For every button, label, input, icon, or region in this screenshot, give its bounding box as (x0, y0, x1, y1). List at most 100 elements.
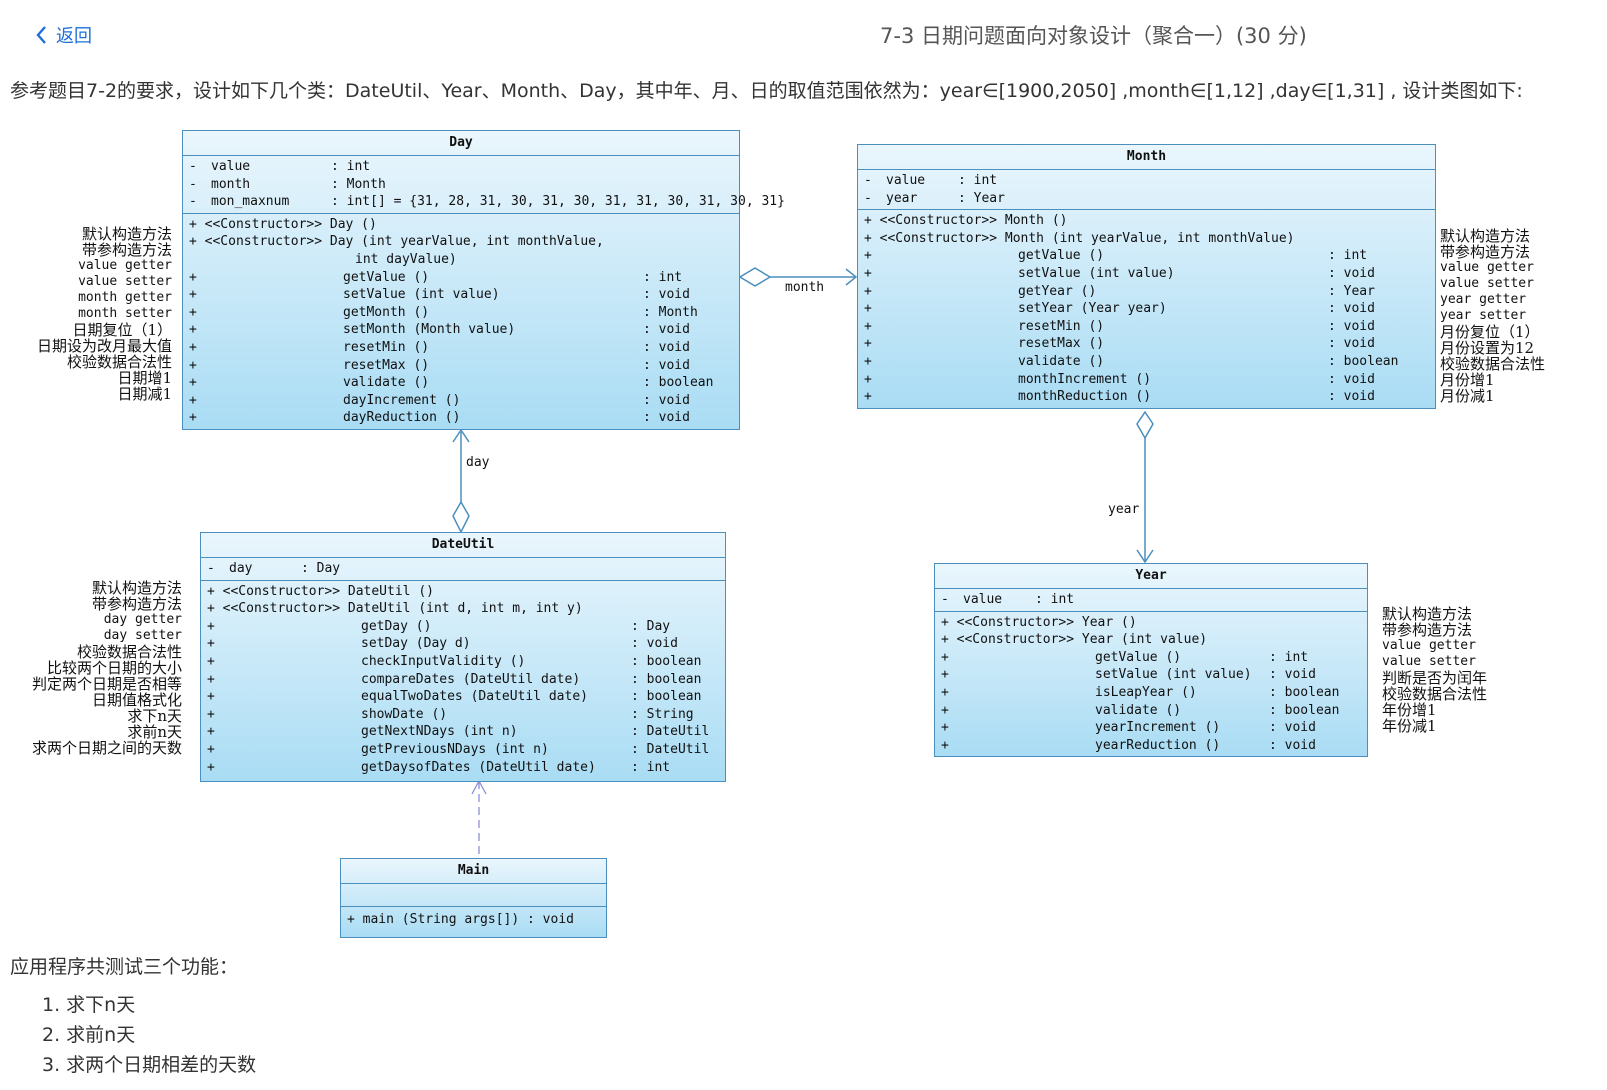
annotation-note: value getter (1382, 638, 1476, 653)
method-row: + main (String args[]) : void (347, 912, 574, 927)
ctor-row: int dayValue) (355, 251, 457, 267)
notes-month: 默认构造方法 带参构造方法 value getter value setter year… (1440, 228, 1545, 404)
annotation-note: day getter (103, 612, 182, 627)
ctor-row: + <<Constructor>> Month () (864, 213, 1068, 229)
assoc-label-month: month (785, 280, 825, 295)
method-row: + getPreviousNDays (int n): DateUtil (207, 741, 710, 757)
method-row: + dayIncrement (): void (189, 392, 690, 408)
class-name: Month (858, 145, 1435, 170)
method-row: + getNextNDays (int n): DateUtil (207, 724, 710, 740)
ctor-row: + <<Constructor>> DateUtil () (207, 583, 434, 599)
method-row: + yearIncrement (): void (941, 720, 1316, 736)
class-attributes: - day: Day (201, 558, 725, 581)
method-row: + getDay (): Day (207, 618, 671, 634)
ctor-row: + <<Constructor>> Year () (941, 614, 1137, 630)
method-row: + equalTwoDates (DateUtil date): boolean (207, 689, 702, 705)
annotation-note: 年份减1 (1382, 717, 1437, 735)
method-row: + monthReduction (): void (864, 389, 1375, 405)
method-row: + dayReduction (): void (189, 410, 690, 426)
annotation-note: 默认构造方法 (1382, 605, 1473, 623)
method-row: + monthIncrement (): void (864, 371, 1375, 387)
class-name: Main (341, 859, 606, 884)
method-row: + getValue (): int (189, 269, 683, 285)
class-attributes: - value: int - month: Month - mon_maxnum: int… (183, 156, 785, 214)
annotation-note: 校验数据合法性 (1382, 685, 1488, 703)
class-name: Year (935, 564, 1367, 589)
method-row: + showDate (): String (207, 706, 694, 722)
annotation-note: 默认构造方法 (1440, 227, 1531, 245)
notes-dateutil: 默认构造方法 带参构造方法 day getter day setter 校验数据合法性比… (32, 580, 182, 756)
class-dateutil: DateUtil - day: Day + <<Constructor>> Dat… (200, 532, 726, 782)
page-title: 7-3 日期问题面向对象设计（聚合一）(30 分) (880, 24, 1307, 48)
aggregation-diamond-dateutil (452, 500, 470, 534)
ctor-row: + <<Constructor>> Day () (189, 216, 377, 232)
chevron-left-icon (36, 26, 46, 44)
annotation-note: 校验数据合法性 (76, 643, 182, 661)
method-row: + checkInputValidity (): boolean (207, 653, 702, 669)
annotation-note: 日期减1 (117, 385, 172, 403)
method-row: + getValue (): int (941, 649, 1309, 665)
aggregation-diamond-month (1136, 410, 1154, 440)
annotation-note: 求前n天 (127, 723, 182, 741)
method-row: + resetMin (): void (864, 318, 1375, 334)
feature-list: 1. 求下n天 2. 求前n天 3. 求两个日期相差的天数 (42, 990, 256, 1080)
annotation-note: 判定两个日期是否相等 (31, 675, 182, 693)
class-attributes: - value: int (935, 589, 1367, 612)
notes-day: 默认构造方法 带参构造方法 value getter value setter mont… (37, 226, 172, 402)
method-row: + setDay (Day d): void (207, 636, 678, 652)
method-row: + getDaysofDates (DateUtil date): int (207, 759, 671, 775)
method-row: + validate (): boolean (189, 375, 714, 391)
method-row: + isLeapYear (): boolean (941, 684, 1340, 700)
method-row: + setValue (int value): void (189, 287, 690, 303)
method-row: + getYear (): Year (864, 283, 1375, 299)
annotation-note: 日期设为改月最大值 (36, 337, 172, 355)
annotation-note: 带参构造方法 (1440, 243, 1531, 261)
annotation-note: day setter (103, 628, 182, 643)
attribute-row: - mon_maxnum: int[] = {31, 28, 31, 30, 31… (189, 194, 785, 210)
attribute-row: - value: int (941, 592, 1075, 607)
class-attributes: - value: int - year: Year (858, 170, 1435, 211)
annotation-note: value setter (1382, 654, 1476, 669)
annotation-note: 带参构造方法 (81, 241, 172, 259)
annotation-note: 日期值格式化 (91, 691, 182, 709)
annotation-note: value getter (1440, 260, 1534, 275)
attribute-row: - value: int (189, 159, 371, 174)
method-row: + yearReduction (): void (941, 737, 1316, 753)
class-name: Day (183, 131, 739, 156)
annotation-note: value setter (1440, 276, 1534, 291)
method-row: + resetMax (): void (189, 357, 690, 373)
method-row: + setYear (Year year): void (864, 301, 1375, 317)
class-operations: + <<Constructor>> DateUtil () + <<Constr… (201, 581, 725, 777)
list-item: 3. 求两个日期相差的天数 (42, 1054, 257, 1076)
method-row: + resetMin (): void (189, 339, 690, 355)
annotation-note: 默认构造方法 (81, 225, 172, 243)
annotation-note: 日期复位（1） (72, 321, 172, 339)
list-item: 1. 求下n天 (42, 994, 136, 1016)
attribute-row: - day: Day (207, 561, 341, 576)
ctor-row: + <<Constructor>> DateUtil (int d, int m… (207, 601, 583, 617)
method-row: + validate (): boolean (941, 702, 1340, 718)
annotation-note: 月份复位（1） (1440, 323, 1540, 341)
annotation-note: 带参构造方法 (91, 595, 182, 613)
annotation-note: 年份增1 (1382, 701, 1437, 719)
method-row: + setValue (int value): void (941, 667, 1316, 683)
attribute-row: - month: Month (189, 176, 386, 192)
method-row: + getValue (): int (864, 248, 1368, 264)
back-label[interactable]: 返回 (56, 22, 92, 48)
annotation-note: year getter (1440, 292, 1527, 307)
class-operations: + <<Constructor>> Day () + <<Constructor… (183, 214, 739, 427)
class-operations: + <<Constructor>> Month () + <<Construct… (858, 210, 1435, 406)
method-row: + validate (): boolean (864, 353, 1399, 369)
ctor-row: + <<Constructor>> Month (int yearValue, … (864, 230, 1295, 246)
annotation-note: 求两个日期之间的天数 (31, 739, 182, 757)
class-main: Main + main (String args[]) : void (340, 858, 607, 938)
back-link[interactable]: 返回 (34, 22, 92, 48)
notes-year: 默认构造方法 带参构造方法 value getter value setter 判断是否… (1382, 606, 1487, 734)
annotation-note: 默认构造方法 (91, 579, 182, 597)
list-item: 2. 求前n天 (42, 1024, 136, 1046)
ctor-row: + <<Constructor>> Day (int yearValue, in… (189, 234, 604, 250)
ctor-row: + <<Constructor>> Year (int value) (941, 632, 1208, 648)
class-name: DateUtil (201, 533, 725, 558)
annotation-note: 比较两个日期的大小 (46, 659, 182, 677)
annotation-note: year setter (1440, 308, 1527, 323)
